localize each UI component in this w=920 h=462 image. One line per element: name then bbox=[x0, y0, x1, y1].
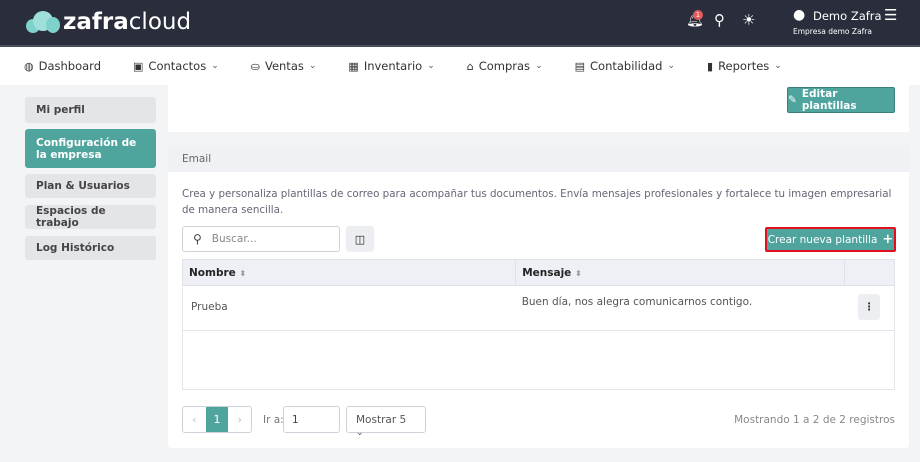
nav-item-ventas[interactable]: ⛀ Ventas ⌄ bbox=[251, 59, 317, 73]
nav-item-inventario[interactable]: ▦ Inventario ⌄ bbox=[348, 59, 434, 73]
create-template-button[interactable]: Crear nueva plantilla + bbox=[765, 227, 896, 252]
nav-label: Reportes bbox=[718, 59, 770, 73]
columns-toggle-button[interactable]: ◫ bbox=[346, 226, 374, 252]
kebab-menu-icon: ⋮ bbox=[863, 301, 875, 313]
column-label: Nombre bbox=[189, 266, 236, 279]
cell-mensaje: Buen día, nos alegra comunicarnos contig… bbox=[515, 285, 844, 331]
sidebar-item-1[interactable]: Mi perfil bbox=[25, 97, 156, 123]
search-placeholder: Buscar... bbox=[211, 233, 257, 245]
logo[interactable]: zafra cloud bbox=[26, 9, 191, 35]
nav-item-compras[interactable]: ⌂ Compras ⌄ bbox=[467, 59, 543, 73]
pagination: ‹ 1 › bbox=[182, 406, 252, 433]
goto-label: Ir a: bbox=[263, 414, 284, 426]
create-template-label: Crear nueva plantilla bbox=[767, 233, 878, 246]
chevron-down-icon: ⌄ bbox=[667, 61, 676, 71]
nav-item-contactos[interactable]: ▣ Contactos ⌄ bbox=[133, 59, 219, 73]
contacts-icon: ▣ bbox=[133, 59, 144, 73]
nav-label: Ventas bbox=[264, 59, 304, 73]
edit-templates-button[interactable]: ✎ Editar plantillas bbox=[787, 87, 895, 113]
notification-badge: 1 bbox=[693, 10, 703, 20]
nav-label: Contabilidad bbox=[590, 59, 663, 73]
search-icon: ⚲ bbox=[193, 232, 202, 246]
nav-label: Compras bbox=[478, 59, 531, 73]
page-1-button[interactable]: 1 bbox=[205, 407, 229, 432]
edit-icon: ✎ bbox=[788, 94, 797, 106]
nav-item-reportes[interactable]: ▮ Reportes ⌄ bbox=[707, 59, 782, 73]
store-icon: ⌂ bbox=[466, 59, 474, 73]
columns-icon: ◫ bbox=[354, 232, 366, 246]
sort-icon: ⬍ bbox=[574, 268, 582, 278]
prev-page-button[interactable]: ‹ bbox=[183, 407, 206, 432]
search-icon[interactable]: ⚲ bbox=[714, 11, 725, 29]
theme-sun-icon[interactable]: ☀ bbox=[742, 11, 755, 29]
bell-icon[interactable]: 🔔︎ 1 bbox=[686, 10, 704, 28]
calculator-icon: ▤ bbox=[574, 59, 586, 73]
dashboard-icon: ◍ bbox=[24, 59, 34, 73]
chevron-down-icon: ⌄ bbox=[427, 61, 435, 71]
nav-label: Dashboard bbox=[38, 59, 102, 73]
nav-item-dashboard[interactable]: ◍ Dashboard bbox=[24, 59, 101, 73]
nav-item-contabilidad[interactable]: ▤ Contabilidad ⌄ bbox=[575, 59, 675, 73]
templates-table: Nombre ⬍ Mensaje ⬍ Prueba Buen día, nos … bbox=[181, 259, 895, 390]
search-input[interactable]: ⚲ Buscar... bbox=[182, 226, 340, 252]
sidebar-item-5[interactable]: Log Histórico bbox=[25, 236, 156, 260]
sidebar-item-4[interactable]: Espacios de trabajo bbox=[25, 205, 156, 229]
sales-icon: ⛀ bbox=[250, 59, 260, 73]
column-header-actions bbox=[843, 259, 895, 286]
section-title: Email bbox=[168, 145, 909, 172]
section-description: Crea y personaliza plantillas de correo … bbox=[182, 188, 892, 216]
nav-label: Contactos bbox=[148, 59, 207, 73]
sidebar-item-2[interactable]: Configuración de la empresa bbox=[25, 129, 156, 168]
column-label: Mensaje bbox=[522, 266, 572, 279]
chevron-down-icon: ⌄ bbox=[211, 61, 219, 71]
column-header-mensaje[interactable]: Mensaje ⬍ bbox=[515, 259, 845, 286]
user-name[interactable]: Demo Zafra bbox=[813, 9, 882, 23]
column-header-nombre[interactable]: Nombre ⬍ bbox=[181, 259, 517, 286]
empty-row bbox=[182, 330, 895, 390]
cloud-logo-icon bbox=[26, 11, 60, 33]
logo-text: cloud bbox=[128, 9, 192, 35]
menu-icon[interactable]: ☰ bbox=[884, 6, 897, 24]
chart-icon: ▮ bbox=[707, 59, 714, 73]
chevron-down-icon: ⌄ bbox=[774, 61, 782, 71]
page-size-select[interactable]: Mostrar 5 ⌄ bbox=[346, 406, 426, 438]
table-header: Nombre ⬍ Mensaje ⬍ bbox=[181, 259, 895, 286]
nav-label: Inventario bbox=[363, 59, 423, 73]
goto-page-input[interactable]: 1 bbox=[283, 406, 340, 433]
sidebar-item-3[interactable]: Plan & Usuarios bbox=[25, 174, 156, 198]
logo-text-bold: zafra bbox=[63, 9, 129, 35]
user-icon[interactable]: ● bbox=[793, 7, 805, 23]
page-size-value: Mostrar 5 bbox=[356, 414, 407, 426]
plus-icon: + bbox=[882, 232, 894, 247]
next-page-button[interactable]: › bbox=[228, 407, 251, 432]
company-name: Empresa demo Zafra bbox=[793, 27, 872, 36]
sort-icon: ⬍ bbox=[239, 268, 247, 278]
records-summary: Mostrando 1 a 2 de 2 registros bbox=[734, 414, 895, 426]
chevron-down-icon: ⌄ bbox=[535, 61, 543, 71]
table-row: Prueba Buen día, nos alegra comunicarnos… bbox=[182, 285, 895, 331]
main-nav: ◍ Dashboard ▣ Contactos ⌄ ⛀ Ventas ⌄ ▦ Inventario… bbox=[0, 47, 920, 85]
chevron-down-icon: ⌄ bbox=[356, 428, 364, 438]
cell-nombre: Prueba bbox=[182, 285, 516, 331]
edit-templates-label: Editar plantillas bbox=[801, 88, 857, 112]
chevron-down-icon: ⌄ bbox=[308, 61, 317, 71]
row-actions-button[interactable]: ⋮ bbox=[858, 294, 880, 320]
inventory-icon: ▦ bbox=[348, 59, 359, 73]
